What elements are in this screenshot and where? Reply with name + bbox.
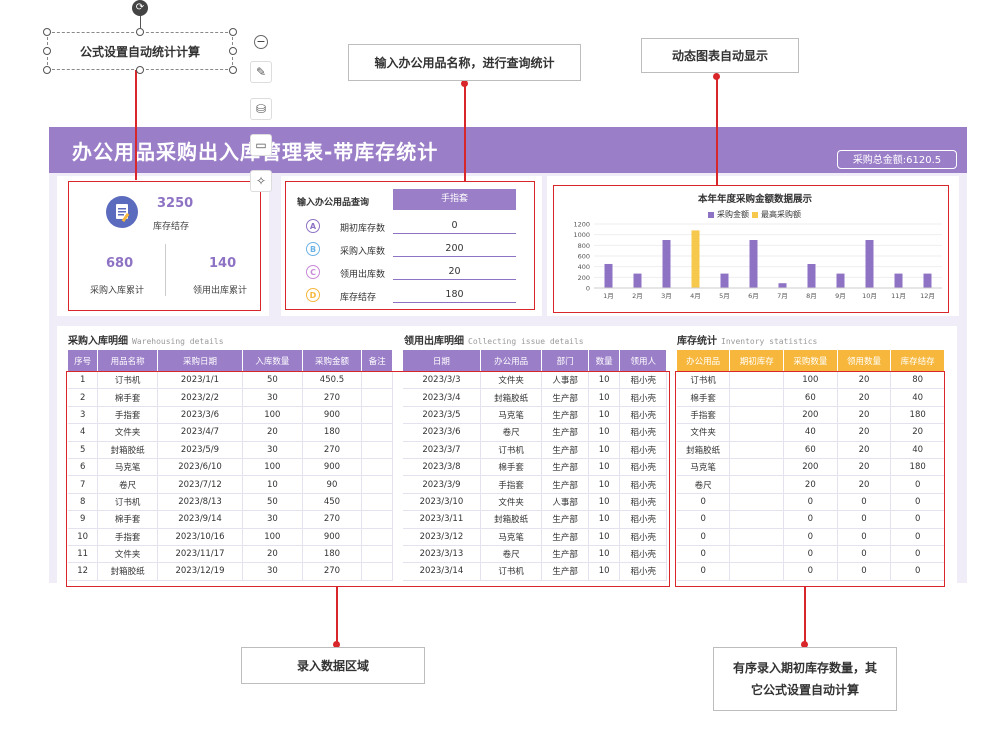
highlight-inventory bbox=[675, 371, 945, 587]
callout-chart: 动态图表自动显示 bbox=[641, 38, 799, 73]
callout-order: 有序录入期初库存数量，其 它公式设置自动计算 bbox=[713, 647, 897, 711]
column-header: 领用数量 bbox=[837, 350, 892, 372]
magic-tool-icon[interactable]: ✧ bbox=[250, 170, 272, 192]
column-header: 办公用品 bbox=[677, 350, 731, 372]
connector-query bbox=[464, 83, 466, 181]
column-header: 日期 bbox=[403, 350, 481, 372]
frame-icon[interactable]: ▭ bbox=[250, 134, 272, 156]
callout-formula[interactable]: 公式设置自动统计计算 bbox=[47, 32, 233, 70]
highlight-stats bbox=[68, 181, 261, 311]
highlight-query bbox=[285, 181, 535, 310]
column-header: 用品名称 bbox=[97, 350, 158, 372]
total-amount-badge: 采购总金额:6120.5 bbox=[837, 150, 957, 169]
connector-formula bbox=[135, 70, 137, 180]
column-header: 序号 bbox=[68, 350, 99, 372]
connector-dot-chart bbox=[713, 73, 720, 80]
resize-handle[interactable] bbox=[43, 28, 51, 36]
callout-query: 输入办公用品名称，进行查询统计 bbox=[348, 44, 581, 81]
column-header: 采购数量 bbox=[783, 350, 838, 372]
column-header: 备注 bbox=[361, 350, 393, 372]
connector-chart bbox=[716, 76, 718, 185]
resize-handle[interactable] bbox=[229, 47, 237, 55]
column-header: 办公用品 bbox=[480, 350, 543, 372]
issue-section-title: 领用出库明细 Collecting issue details bbox=[404, 336, 584, 347]
resize-handle[interactable] bbox=[229, 28, 237, 36]
column-header: 入库数量 bbox=[242, 350, 303, 372]
connector-order bbox=[804, 587, 806, 644]
column-header: 期初库存 bbox=[729, 350, 785, 372]
column-header: 数量 bbox=[588, 350, 621, 372]
fill-bucket-icon[interactable]: ⛁ bbox=[250, 98, 272, 120]
minus-icon[interactable]: − bbox=[254, 35, 268, 49]
inventory-section-title: 库存统计 Inventory statistics bbox=[677, 336, 818, 347]
resize-handle[interactable] bbox=[136, 28, 144, 36]
highlight-chart bbox=[553, 185, 949, 313]
connector-entry bbox=[336, 587, 338, 644]
resize-handle[interactable] bbox=[43, 47, 51, 55]
callout-entry: 录入数据区域 bbox=[241, 647, 425, 684]
column-header: 部门 bbox=[541, 350, 589, 372]
resize-handle[interactable] bbox=[136, 66, 144, 74]
callout-order-line2: 它公式设置自动计算 bbox=[750, 683, 859, 697]
purchase-section-title: 采购入库明细 Warehousing details bbox=[68, 336, 224, 347]
callout-order-line1: 有序录入期初库存数量，其 bbox=[732, 661, 877, 675]
connector-dot-query bbox=[461, 80, 468, 87]
rotate-icon[interactable]: ⟳ bbox=[132, 0, 148, 16]
resize-handle[interactable] bbox=[43, 66, 51, 74]
highlight-entry bbox=[66, 371, 670, 587]
column-header: 库存结存 bbox=[890, 350, 945, 372]
resize-handle[interactable] bbox=[229, 66, 237, 74]
column-header: 采购日期 bbox=[157, 350, 244, 372]
column-header: 采购金额 bbox=[302, 350, 363, 372]
pen-icon[interactable]: ✎ bbox=[250, 61, 272, 83]
column-header: 领用人 bbox=[619, 350, 667, 372]
